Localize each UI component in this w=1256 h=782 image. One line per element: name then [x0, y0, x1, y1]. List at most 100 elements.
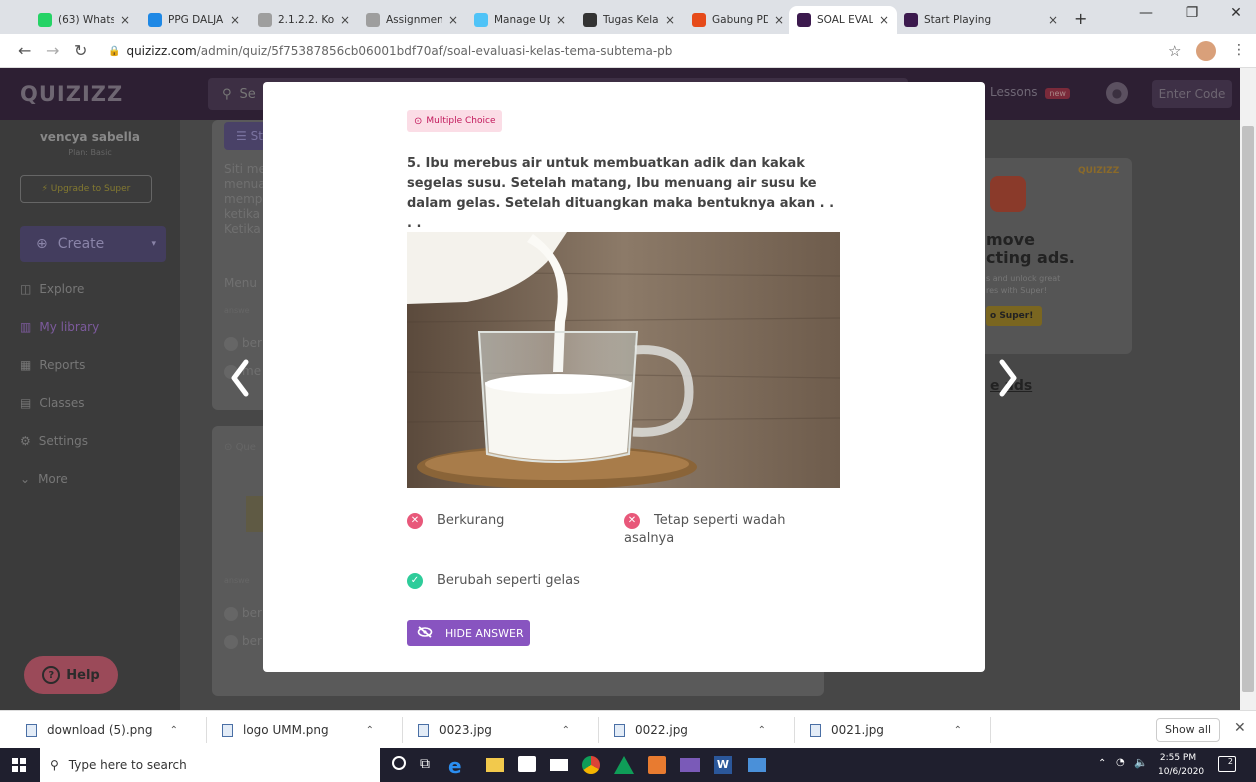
download-item[interactable]: 0022.jpg ⌃: [614, 721, 784, 739]
library-icon: ▥: [20, 320, 32, 334]
create-button[interactable]: ⊕ Create ▾: [20, 226, 166, 262]
browser-tab[interactable]: 2.1.2.2. Konel ×: [250, 6, 358, 34]
chrome-icon[interactable]: [582, 756, 600, 774]
download-filename: 0021.jpg: [831, 723, 884, 737]
volume-icon[interactable]: 🔈: [1134, 756, 1148, 769]
chevron-down-icon: ▾: [151, 239, 156, 249]
question-preview-modal: ⊙ Multiple Choice 5. Ibu merebus air unt…: [263, 82, 985, 672]
edge-icon[interactable]: e: [448, 754, 462, 778]
sidebar-item-classes[interactable]: ▤ Classes: [20, 396, 85, 410]
chevron-up-icon[interactable]: ⌃: [758, 725, 766, 736]
window-close-button[interactable]: ✕: [1216, 5, 1256, 27]
question-text: 5. Ibu merebus air untuk membuatkan adik…: [407, 156, 835, 231]
file-explorer-icon[interactable]: [486, 758, 504, 772]
profile-avatar[interactable]: [1196, 41, 1216, 61]
browser-menu-icon[interactable]: ⋮: [1232, 42, 1246, 58]
browser-tab[interactable]: Tugas Kelas ×: [575, 6, 683, 34]
download-separator: [206, 717, 207, 743]
cortana-icon[interactable]: [392, 756, 406, 770]
new-tab-button[interactable]: +: [1074, 9, 1087, 28]
prev-question-arrow[interactable]: [228, 358, 252, 401]
chevron-up-icon[interactable]: ⌃: [170, 725, 178, 736]
close-downloads-icon[interactable]: ✕: [1234, 720, 1246, 736]
chevron-up-icon[interactable]: ⌃: [366, 725, 374, 736]
tray-chevron-icon[interactable]: ⌃: [1098, 758, 1106, 769]
windows-start-icon[interactable]: [12, 758, 26, 772]
minimize-button[interactable]: —: [1126, 5, 1166, 27]
bg-option-2: ber: [224, 634, 262, 649]
tab-close-icon[interactable]: ×: [1048, 13, 1058, 27]
browser-tab[interactable]: PPG DALJAB ×: [140, 6, 248, 34]
tab-close-icon[interactable]: ×: [230, 13, 240, 27]
download-item[interactable]: 0021.jpg ⌃: [810, 721, 980, 739]
browser-tab[interactable]: Assignment ×: [358, 6, 466, 34]
app-icon[interactable]: [680, 758, 700, 772]
word-icon[interactable]: W: [714, 756, 732, 774]
gear-icon: ⚙: [20, 434, 31, 448]
tab-close-icon[interactable]: ×: [879, 13, 889, 27]
next-question-arrow[interactable]: [996, 358, 1020, 401]
upgrade-button[interactable]: ⚡ Upgrade to Super: [20, 175, 152, 203]
network-icon[interactable]: ◔: [1116, 757, 1125, 768]
notification-bell-icon[interactable]: ●: [1106, 82, 1128, 104]
sidebar-item-more[interactable]: ⌄ More: [20, 472, 68, 486]
classes-icon: ▤: [20, 396, 32, 410]
ad-headline: cting ads.: [986, 248, 1075, 267]
ad-super-button[interactable]: o Super!: [986, 306, 1042, 326]
url-field[interactable]: 🔒 quizizz.com /admin/quiz/5f75387856cb06…: [108, 39, 1158, 63]
maximize-button[interactable]: ❐: [1172, 5, 1212, 27]
enter-code-button[interactable]: Enter Code: [1152, 80, 1232, 108]
browser-tab[interactable]: (63) WhatsAp ×: [30, 6, 138, 34]
download-item[interactable]: logo UMM.png ⌃: [222, 721, 392, 739]
window-app-icon[interactable]: [748, 758, 766, 772]
browser-tab[interactable]: Gabung PDF ×: [684, 6, 792, 34]
classroom-icon: [583, 13, 597, 27]
lessons-link[interactable]: Lessons new: [990, 85, 1070, 99]
page-scrollbar[interactable]: [1240, 68, 1256, 710]
windows-taskbar: ⚲ Type here to search ⧉ e W ⌃ ◔ 🔈 2:55 P…: [0, 748, 1256, 782]
sidebar-item-settings[interactable]: ⚙ Settings: [20, 434, 88, 448]
tab-title: 2.1.2.2. Konel: [278, 14, 334, 26]
task-view-icon[interactable]: ⧉: [420, 756, 430, 772]
tab-close-icon[interactable]: ×: [120, 13, 130, 27]
sidebar-item-reports[interactable]: ▦ Reports: [20, 358, 85, 372]
browser-tab[interactable]: Start Playing ×: [896, 6, 1066, 34]
search-icon: ⚲: [50, 758, 59, 772]
download-filename: 0022.jpg: [635, 723, 688, 737]
store-icon[interactable]: [518, 756, 536, 772]
tab-close-icon[interactable]: ×: [556, 13, 566, 27]
bookmark-star-icon[interactable]: ☆: [1168, 42, 1181, 60]
tab-close-icon[interactable]: ×: [340, 13, 350, 27]
downloads-bar: download (5).png ⌃ logo UMM.png ⌃ 0023.jpg ⌃ 0…: [0, 710, 1256, 748]
browser-tab[interactable]: Manage Uplo ×: [466, 6, 574, 34]
drive-icon[interactable]: [614, 756, 634, 774]
download-item[interactable]: download (5).png ⌃: [26, 721, 196, 739]
tab-close-icon[interactable]: ×: [665, 13, 675, 27]
back-arrow-icon[interactable]: ←: [18, 41, 31, 60]
sidebar-item-explore[interactable]: ◫ Explore: [20, 282, 84, 296]
sidebar-item-library[interactable]: ▥ My library: [20, 320, 99, 334]
bg-answer-label: answe: [224, 576, 250, 585]
photoshop-icon[interactable]: [648, 756, 666, 774]
browser-tab[interactable]: SOAL EVALUA ×: [789, 6, 897, 34]
ad-text: res with Super!: [986, 286, 1047, 295]
show-all-downloads-button[interactable]: Show all: [1156, 718, 1220, 742]
clock[interactable]: 2:55 PM 10/6/2020: [1158, 751, 1204, 779]
globe-icon: [148, 13, 162, 27]
notification-center-icon[interactable]: 2: [1218, 756, 1236, 772]
chevron-up-icon[interactable]: ⌃: [954, 725, 962, 736]
tab-close-icon[interactable]: ×: [448, 13, 458, 27]
forward-arrow-icon[interactable]: →: [46, 41, 59, 60]
help-button[interactable]: ? Help: [24, 656, 118, 694]
taskbar-search-box[interactable]: ⚲ Type here to search: [40, 748, 380, 782]
image-file-icon: [418, 723, 429, 737]
x-circle-icon: ✕: [624, 513, 640, 529]
hide-answer-button[interactable]: HIDE ANSWER: [407, 620, 530, 646]
tab-title: Start Playing: [924, 14, 992, 26]
mail-icon[interactable]: [550, 759, 568, 771]
tab-close-icon[interactable]: ×: [774, 13, 784, 27]
download-item[interactable]: 0023.jpg ⌃: [418, 721, 588, 739]
quizizz-logo[interactable]: QUIZIZZ: [20, 82, 123, 106]
reload-icon[interactable]: ↻: [74, 41, 87, 60]
chevron-up-icon[interactable]: ⌃: [562, 725, 570, 736]
